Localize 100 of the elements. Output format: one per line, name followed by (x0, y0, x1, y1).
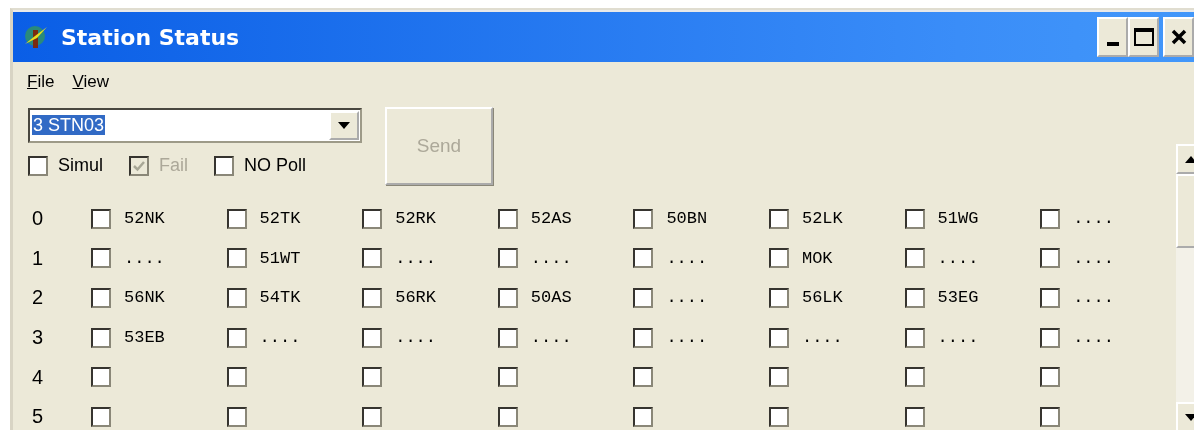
row-number: 4 (31, 364, 45, 390)
menu-item[interactable]: File (27, 72, 55, 92)
station-code: .... (395, 248, 436, 268)
checkbox[interactable] (768, 406, 789, 427)
station-code: .... (666, 248, 708, 268)
checkbox-label: NO Poll (244, 155, 307, 176)
checkbox[interactable] (633, 208, 654, 229)
checkbox[interactable] (91, 327, 111, 348)
checkbox[interactable] (362, 327, 383, 348)
checkbox[interactable] (362, 208, 383, 229)
checkbox[interactable] (768, 248, 789, 269)
station-code: 56NK (124, 288, 165, 308)
checkbox[interactable] (214, 155, 235, 176)
station-code: 53EB (124, 328, 165, 348)
checkbox[interactable] (904, 406, 925, 427)
station-code: .... (530, 248, 572, 268)
station-code: 53EG (937, 288, 979, 308)
caret-icon (338, 122, 350, 129)
station-code: .... (1073, 288, 1114, 308)
close-button[interactable] (1163, 17, 1194, 57)
checkbox[interactable] (904, 208, 925, 229)
checkbox[interactable] (362, 288, 383, 308)
checkbox[interactable] (497, 288, 518, 308)
checkbox[interactable] (226, 248, 247, 269)
checkbox[interactable] (226, 327, 247, 348)
checkbox[interactable] (91, 208, 111, 229)
station-dropdown[interactable]: 3 STN03 (28, 108, 362, 143)
app-icon (23, 24, 49, 50)
station-code: 52LK (801, 209, 843, 229)
station-code: MOK (801, 248, 833, 268)
checkbox[interactable] (904, 288, 925, 308)
checkbox[interactable] (633, 327, 654, 348)
checkbox[interactable] (633, 367, 654, 388)
checkbox[interactable] (768, 367, 789, 388)
checkbox[interactable] (497, 208, 518, 229)
checkbox-label: Simul (58, 155, 103, 176)
checkbox[interactable] (28, 155, 48, 176)
station-code: .... (1073, 328, 1114, 348)
station-code: 50BN (666, 209, 708, 229)
minimize-button[interactable] (1097, 17, 1128, 57)
station-code: 50AS (530, 288, 572, 308)
checkbox[interactable] (91, 367, 111, 388)
station-code: .... (395, 328, 436, 348)
checkbox[interactable] (633, 288, 654, 308)
checkbox[interactable] (1040, 288, 1061, 308)
checkbox[interactable] (226, 367, 247, 388)
checkbox[interactable] (1040, 208, 1061, 229)
checkbox[interactable] (768, 288, 789, 308)
checkbox[interactable] (91, 406, 111, 427)
checkbox[interactable] (1040, 327, 1061, 348)
checkbox[interactable] (768, 208, 789, 229)
maximize-button[interactable] (1128, 17, 1159, 57)
checkbox[interactable] (226, 288, 247, 308)
row-number: 2 (31, 285, 45, 311)
checkbox[interactable] (633, 406, 654, 427)
checkbox[interactable] (904, 367, 925, 388)
window-title: Station Status (61, 24, 240, 50)
station-code: .... (530, 328, 572, 348)
checkbox[interactable] (362, 367, 383, 388)
row-number: 3 (31, 325, 45, 351)
checkbox[interactable] (362, 406, 383, 427)
checkbox[interactable] (91, 288, 111, 308)
checkbox[interactable] (768, 327, 789, 348)
close-icon (1170, 29, 1187, 45)
checkbox[interactable] (1040, 406, 1061, 427)
checkbox[interactable] (497, 367, 518, 388)
station-code: .... (666, 328, 708, 348)
station-code: .... (124, 248, 165, 268)
down-arrow-icon (1184, 413, 1194, 421)
station-code: 52RK (395, 209, 436, 229)
station-code: 54TK (259, 288, 301, 308)
checkbox[interactable] (362, 248, 383, 269)
station-code: 52NK (124, 209, 165, 229)
checkbox-label: Fail (159, 155, 189, 176)
checkbox[interactable] (904, 327, 925, 348)
checkbox[interactable] (1040, 367, 1061, 388)
checkbox[interactable] (1040, 248, 1061, 269)
station-code: 56RK (395, 288, 436, 308)
station-code: .... (937, 248, 979, 268)
checkbox[interactable] (226, 208, 247, 229)
checkbox[interactable] (497, 406, 518, 427)
up-arrow-icon (1184, 155, 1194, 163)
station-code: 52TK (259, 209, 301, 229)
checkbox[interactable] (91, 248, 111, 269)
checkbox[interactable] (497, 248, 518, 269)
station-code: .... (259, 328, 301, 348)
station-code: 52AS (530, 209, 572, 229)
station-code: .... (1073, 248, 1114, 268)
station-code: .... (666, 288, 708, 308)
row-number: 0 (31, 206, 45, 232)
station-code: 51WT (259, 248, 301, 268)
station-code: 56LK (801, 288, 843, 308)
checkbox[interactable] (904, 248, 925, 269)
checkbox[interactable] (633, 248, 654, 269)
station-code: .... (801, 328, 843, 348)
checkbox[interactable] (226, 406, 247, 427)
menu-item[interactable]: View (72, 72, 109, 92)
row-number: 5 (31, 404, 45, 430)
checkbox[interactable] (497, 327, 518, 348)
station-code: .... (1073, 209, 1114, 229)
